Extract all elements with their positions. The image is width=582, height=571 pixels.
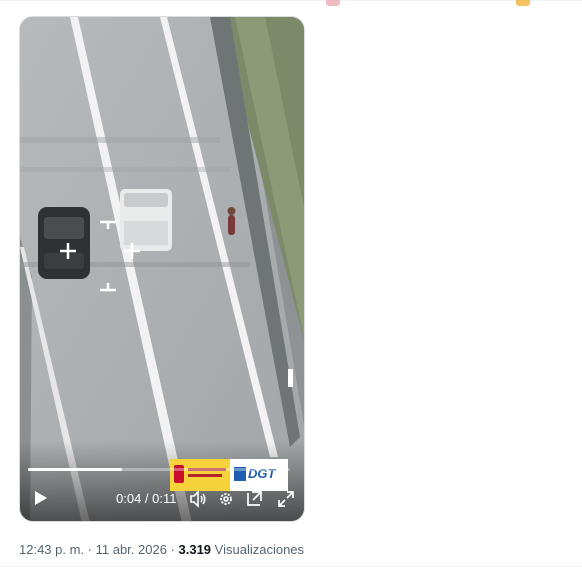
volume-button[interactable]	[188, 489, 208, 509]
fullscreen-icon	[278, 491, 294, 507]
picture-in-picture-button[interactable]	[244, 489, 264, 509]
settings-button[interactable]	[216, 489, 236, 509]
views-label: Visualizaciones	[211, 542, 305, 557]
government-logo	[170, 459, 230, 491]
dgt-logo: DGT	[230, 459, 288, 491]
emoji-icon	[326, 0, 340, 6]
progress-fill	[28, 468, 123, 471]
volume-icon	[190, 490, 206, 508]
video-player[interactable]: DGT 0:04 / 0:11	[19, 16, 305, 522]
current-time: 0:04	[116, 491, 142, 506]
time-readout: 0:04 / 0:11	[116, 491, 177, 506]
separator-dot: ·	[84, 542, 96, 557]
dgt-watermark: DGT	[170, 459, 288, 491]
post-metadata: 12:43 p. m. · 11 abr. 2026 · 3.319 Visua…	[19, 542, 304, 557]
picture-in-picture-icon	[247, 491, 262, 506]
post-date[interactable]: 11 abr. 2026	[96, 542, 167, 557]
views-count: 3.319	[178, 542, 212, 557]
emoji-icon	[516, 0, 530, 6]
top-strip	[0, 0, 582, 8]
progress-bar[interactable]	[28, 468, 290, 471]
fullscreen-button[interactable]	[276, 489, 296, 509]
post-time[interactable]: 12:43 p. m.	[19, 542, 84, 557]
divider	[0, 0, 582, 1]
time-separator: /	[141, 491, 153, 506]
play-button[interactable]	[30, 487, 52, 509]
separator-dot: ·	[166, 542, 179, 557]
play-icon	[35, 491, 47, 505]
gear-icon	[220, 493, 232, 505]
divider	[0, 566, 582, 567]
duration: 0:11	[152, 491, 177, 506]
